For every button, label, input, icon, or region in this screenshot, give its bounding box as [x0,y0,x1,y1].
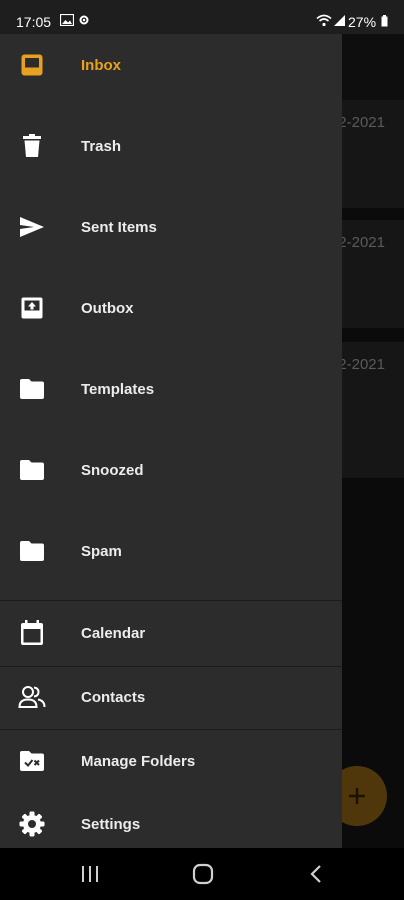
drawer-item-label: Calendar [81,624,146,642]
drawer-item-label: Sent Items [81,218,157,236]
recents-icon [82,866,98,882]
home-icon [192,863,214,885]
signal-icon [334,15,345,26]
manage-folders-icon [18,747,46,775]
drawer-item-label: Snoozed [81,461,144,479]
gear-icon [18,810,46,838]
drawer-item-label: Templates [81,380,155,398]
home-button[interactable] [183,858,223,890]
status-time: 17:05 [16,14,52,30]
drawer-item-snoozed[interactable]: Snoozed [0,447,342,493]
status-bar: 17:05 27% [0,0,404,34]
outbox-icon [18,294,46,322]
drawer-item-label: Settings [81,815,141,833]
recents-button[interactable] [70,858,110,890]
folder-icon [18,375,46,403]
battery-percent: 27% [348,14,377,30]
back-button[interactable] [296,858,336,890]
drawer-divider [0,600,342,601]
drawer-item-trash[interactable]: Trash [0,123,342,169]
calendar-icon [18,619,46,647]
wifi-icon [316,14,332,27]
folder-icon [18,456,46,484]
drawer-item-manage-folders[interactable]: Manage Folders [0,738,342,784]
drawer-divider [0,666,342,667]
drawer-item-label: Outbox [81,299,134,317]
drawer-item-contacts[interactable]: Contacts [0,674,342,720]
inbox-icon [18,51,46,79]
gallery-icon [60,14,74,26]
contacts-icon [18,683,46,711]
back-icon [310,865,321,883]
drawer-item-label: Spam [81,542,122,560]
system-nav-bar [0,848,404,900]
drawer-item-outbox[interactable]: Outbox [0,285,342,331]
battery-icon [381,15,388,27]
drawer-item-sent-items[interactable]: Sent Items [0,204,342,250]
drawer-item-inbox[interactable]: Inbox [0,42,342,88]
drawer-item-label: Inbox [81,56,121,74]
settings-icon [79,15,89,25]
drawer-item-settings[interactable]: Settings [0,801,342,847]
folder-icon [18,537,46,565]
drawer-item-calendar[interactable]: Calendar [0,610,342,656]
drawer-divider [0,729,342,730]
navigation-drawer: Inbox Trash Sent Items Outbox Templates … [0,34,342,848]
drawer-item-spam[interactable]: Spam [0,528,342,574]
drawer-item-label: Trash [81,137,122,155]
send-icon [18,213,46,241]
drawer-item-label: Manage Folders [81,752,196,770]
drawer-item-label: Contacts [81,688,146,706]
trash-icon [18,132,46,160]
drawer-item-templates[interactable]: Templates [0,366,342,412]
